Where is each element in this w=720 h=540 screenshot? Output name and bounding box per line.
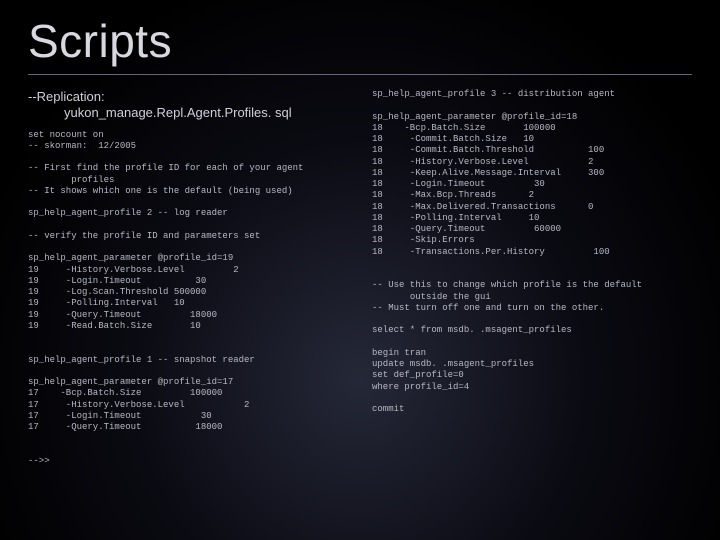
subhead-line2: yukon_manage.Repl.Agent.Profiles. sql — [28, 105, 348, 121]
left-column: --Replication: yukon_manage.Repl.Agent.P… — [28, 89, 348, 467]
columns: --Replication: yukon_manage.Repl.Agent.P… — [28, 89, 692, 467]
left-subhead: --Replication: yukon_manage.Repl.Agent.P… — [28, 89, 348, 122]
slide: Scripts --Replication: yukon_manage.Repl… — [0, 0, 720, 540]
left-code-block: set nocount on -- skorman: 12/2005 -- Fi… — [28, 130, 348, 468]
page-title: Scripts — [28, 14, 692, 68]
right-column: sp_help_agent_profile 3 -- distribution … — [372, 89, 692, 467]
right-code-block: sp_help_agent_profile 3 -- distribution … — [372, 89, 692, 415]
subhead-line1: --Replication: — [28, 89, 105, 104]
divider — [28, 74, 692, 75]
